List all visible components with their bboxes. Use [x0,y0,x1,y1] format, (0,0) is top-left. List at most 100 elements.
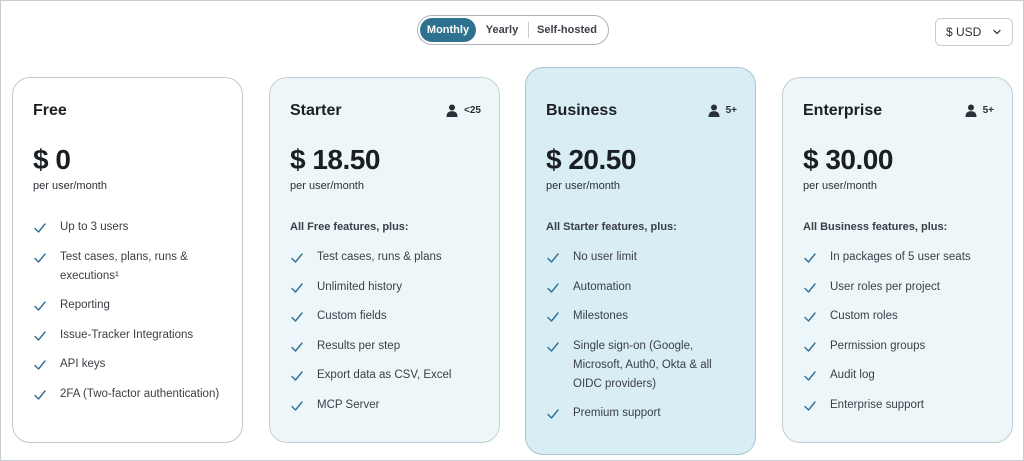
feature-label: Single sign-on (Google, Microsoft, Auth0… [573,339,712,390]
check-icon [291,312,303,322]
page-frame: Monthly Yearly Self-hosted $ USD Free $ … [0,0,1024,461]
check-icon [804,253,816,263]
feature-label: Custom roles [830,310,898,322]
user-icon [965,104,977,117]
feature-item: Custom fields [290,307,485,326]
feature-label: 2FA (Two-factor authentication) [60,387,220,400]
seat-count: <25 [446,104,481,117]
feature-label: Test cases, plans, runs & executions¹ [60,250,188,282]
billing-period-toggle: Monthly Yearly Self-hosted [417,15,609,45]
check-icon [34,252,46,263]
feature-item: MCP Server [290,396,485,415]
price-period: per user/month [546,180,620,192]
feature-label: Unlimited history [317,280,402,293]
check-icon [34,301,46,311]
feature-label: Premium support [573,407,661,419]
check-icon [291,371,303,381]
features-intro: All Business features, plus: [803,221,948,233]
chevron-down-icon [993,29,1001,35]
feature-label: Up to 3 users [60,221,129,233]
feature-label: API keys [60,358,106,370]
feature-label: Audit log [830,369,875,381]
user-icon [446,104,458,117]
feature-item: No user limit [546,248,741,267]
check-icon [34,223,46,233]
seat-count: 5+ [965,104,994,117]
currency-value: $ USD [946,25,982,39]
seat-label: <25 [464,105,481,116]
plan-price: $ 20.50 [546,144,636,175]
feature-item: User roles per project [803,278,998,297]
check-icon [804,371,816,381]
feature-list: No user limit Automation Milestones Sing… [546,248,741,434]
seat-label: 5+ [982,105,994,116]
feature-label: Milestones [573,310,628,322]
plan-name: Free [33,102,67,119]
seat-count: 5+ [708,104,737,117]
plan-card-free: Free $ 0 per user/month Up to 3 users Te… [12,77,243,443]
seat-label: 5+ [725,105,737,116]
feature-label: MCP Server [317,398,380,411]
plan-card-starter: Starter <25 $ 18.50 per user/month All F… [269,77,500,443]
check-icon [34,389,46,400]
feature-label: Automation [573,280,632,293]
feature-item: Milestones [546,307,741,326]
feature-item: Issue-Tracker Integrations [33,326,228,345]
feature-item: Results per step [290,337,485,356]
price-period: per user/month [33,180,107,192]
feature-item: Test cases, runs & plans [290,248,485,267]
feature-item: Enterprise support [803,396,998,415]
toggle-monthly[interactable]: Monthly [420,18,476,42]
check-icon [547,253,559,263]
toggle-self-hosted[interactable]: Self-hosted [529,18,605,42]
feature-item: Audit log [803,366,998,385]
feature-label: User roles per project [830,280,940,293]
plan-card-enterprise: Enterprise 5+ $ 30.00 per user/month All… [782,77,1013,443]
plan-price: $ 0 [33,144,71,175]
feature-item: In packages of 5 user seats [803,248,998,267]
feature-label: Export data as CSV, Excel [317,369,452,381]
check-icon [547,312,559,322]
feature-label: Reporting [60,299,110,311]
check-icon [34,330,46,341]
feature-item: Unlimited history [290,278,485,297]
feature-label: Issue-Tracker Integrations [60,328,194,341]
check-icon [291,400,303,411]
check-icon [291,282,303,293]
plan-price: $ 30.00 [803,144,893,175]
check-icon [804,341,816,352]
feature-item: Single sign-on (Google, Microsoft, Auth0… [546,337,741,394]
check-icon [547,341,559,352]
check-icon [34,360,46,370]
feature-list: In packages of 5 user seats User roles p… [803,248,998,425]
plan-name: Enterprise [803,102,883,119]
toggle-yearly[interactable]: Yearly [476,18,528,42]
feature-label: Test cases, runs & plans [317,251,442,263]
feature-item: API keys [33,355,228,374]
currency-select[interactable]: $ USD [935,18,1013,46]
feature-item: Export data as CSV, Excel [290,366,485,385]
features-intro: All Starter features, plus: [546,221,677,233]
feature-label: In packages of 5 user seats [830,251,971,263]
check-icon [291,341,303,352]
check-icon [547,282,559,293]
feature-label: Results per step [317,339,401,352]
feature-item: Reporting [33,296,228,315]
plan-price: $ 18.50 [290,144,380,175]
check-icon [804,282,816,293]
feature-item: Custom roles [803,307,998,326]
feature-item: Automation [546,278,741,297]
check-icon [804,400,816,411]
feature-item: Test cases, plans, runs & executions¹ [33,248,228,286]
feature-item: Permission groups [803,337,998,356]
check-icon [804,312,816,322]
feature-list: Test cases, runs & plans Unlimited histo… [290,248,485,425]
feature-item: Premium support [546,404,741,423]
price-period: per user/month [803,180,877,192]
feature-item: 2FA (Two-factor authentication) [33,385,228,404]
plan-card-business: Business 5+ $ 20.50 per user/month All S… [525,67,756,455]
features-intro: All Free features, plus: [290,221,409,233]
feature-label: Permission groups [830,339,926,352]
price-period: per user/month [290,180,364,192]
check-icon [291,253,303,263]
